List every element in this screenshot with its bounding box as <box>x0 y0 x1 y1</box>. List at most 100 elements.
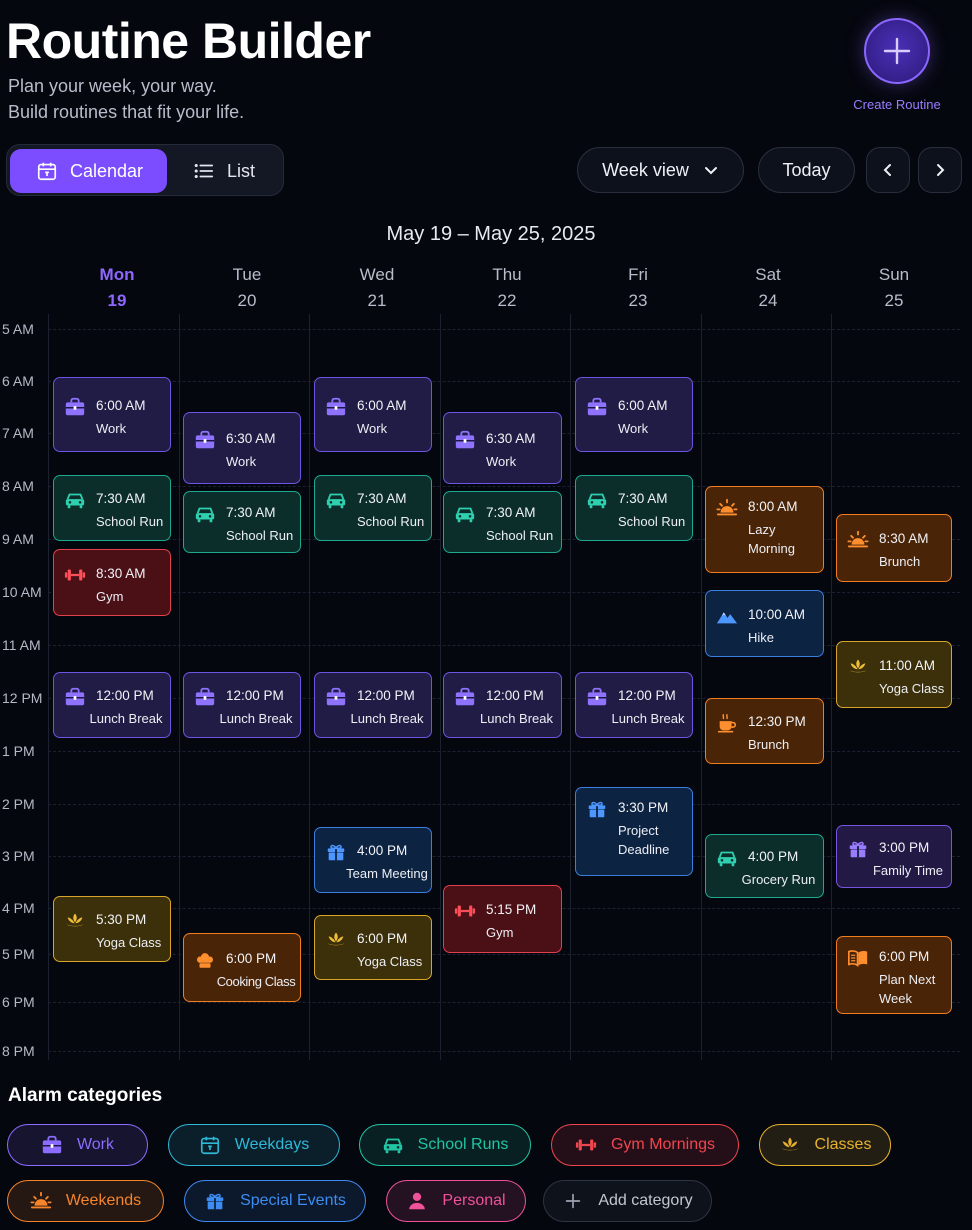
chevron-left-icon <box>883 164 891 176</box>
day-header-mon[interactable]: Mon 19 <box>52 262 182 314</box>
event-grocery-run[interactable]: 4:00 PM Grocery Run <box>705 834 824 898</box>
event-name: Brunch <box>748 737 790 752</box>
time-label: 1 PM <box>2 743 35 759</box>
calendar-view-tab[interactable]: Calendar <box>10 149 167 193</box>
event-time: 7:30 AM <box>226 505 276 520</box>
event-name: School Run <box>486 528 554 543</box>
event-project-deadline[interactable]: 3:30 PM Project Deadline <box>575 787 693 876</box>
next-week-button[interactable] <box>918 147 962 193</box>
event-time: 12:00 PM <box>357 688 415 703</box>
event-name: School Run <box>618 514 686 529</box>
day-header-fri[interactable]: Fri 23 <box>573 262 703 314</box>
event-work[interactable]: 6:00 AM Work <box>575 377 693 452</box>
event-brunch[interactable]: 12:30 PM Brunch <box>705 698 824 764</box>
sunrise-icon <box>30 1190 52 1212</box>
category-chip-weekdays[interactable]: Weekdays <box>168 1124 340 1166</box>
view-select[interactable]: Week view <box>577 147 744 193</box>
event-name: Work <box>486 454 517 469</box>
view-select-label: Week view <box>602 159 689 180</box>
event-school-run[interactable]: 7:30 AM School Run <box>575 475 693 541</box>
day-header-tue[interactable]: Tue 20 <box>182 262 312 314</box>
category-chip-school-runs[interactable]: School Runs <box>359 1124 531 1166</box>
event-hike[interactable]: 10:00 AM Hike <box>705 590 824 657</box>
event-gym[interactable]: 8:30 AM Gym <box>53 549 171 616</box>
category-chip-label: Gym Mornings <box>610 1136 716 1153</box>
event-name: School Run <box>357 514 425 529</box>
category-chip-add-category[interactable]: Add category <box>543 1180 712 1222</box>
event-time: 8:30 AM <box>879 531 929 546</box>
event-cooking-class[interactable]: 6:00 PM Cooking Class <box>183 933 301 1002</box>
event-time: 6:00 PM <box>226 950 277 966</box>
event-time: 6:00 PM <box>357 930 408 946</box>
today-button[interactable]: Today <box>758 147 855 193</box>
time-label: 6 AM <box>2 373 34 389</box>
day-date: 23 <box>628 291 648 310</box>
gift-icon <box>847 838 869 860</box>
event-time: 6:00 AM <box>96 397 146 413</box>
day-header-sat[interactable]: Sat 24 <box>703 262 833 314</box>
event-time: 5:30 PM <box>96 912 147 927</box>
category-chip-work[interactable]: Work <box>7 1124 148 1166</box>
category-chip-personal[interactable]: Personal <box>386 1180 526 1222</box>
category-chip-special-events[interactable]: Special Events <box>184 1180 366 1222</box>
event-name: Lunch Break <box>89 711 163 726</box>
category-chip-weekends[interactable]: Weekends <box>7 1180 164 1222</box>
day-date: 24 <box>758 291 778 310</box>
event-lunch-break[interactable]: 12:00 PM Lunch Break <box>183 672 301 738</box>
day-name: Sun <box>878 265 910 284</box>
event-lazy-morning[interactable]: 8:00 AM Lazy Morning <box>705 486 824 573</box>
event-school-run[interactable]: 7:30 AM School Run <box>443 491 562 553</box>
hour-gridline <box>48 486 960 487</box>
create-routine-button[interactable] <box>864 18 930 84</box>
event-work[interactable]: 6:00 AM Work <box>53 377 171 452</box>
car-icon <box>64 489 86 511</box>
view-toggle: Calendar List <box>6 144 284 196</box>
event-yoga-class[interactable]: 5:30 PM Yoga Class <box>53 896 171 962</box>
chevron-right-icon <box>937 164 945 176</box>
event-time: 6:00 AM <box>618 397 668 413</box>
event-time: 12:00 PM <box>96 688 154 703</box>
event-work[interactable]: 6:30 AM Work <box>443 412 562 484</box>
event-family-time[interactable]: 3:00 PM Family Time <box>836 825 952 888</box>
time-label: 7 AM <box>2 425 34 441</box>
event-time: 7:30 AM <box>618 491 668 506</box>
prev-week-button[interactable] <box>866 147 910 193</box>
day-column-divider <box>179 314 180 1060</box>
day-header-thu[interactable]: Thu 22 <box>442 262 572 314</box>
time-label: 8 PM <box>2 1043 35 1059</box>
create-routine-label[interactable]: Create Routine <box>840 97 954 112</box>
event-time: 5:15 PM <box>486 902 537 917</box>
event-work[interactable]: 6:00 AM Work <box>314 377 432 452</box>
event-time: 8:00 AM <box>748 499 798 514</box>
event-yoga-class[interactable]: 11:00 AM Yoga Class <box>836 641 952 708</box>
briefcase-icon <box>194 429 216 451</box>
event-school-run[interactable]: 7:30 AM School Run <box>183 491 301 553</box>
event-yoga-class[interactable]: 6:00 PM Yoga Class <box>314 915 432 980</box>
briefcase-icon <box>64 686 86 708</box>
category-chip-gym-mornings[interactable]: Gym Mornings <box>551 1124 739 1166</box>
category-chip-classes[interactable]: Classes <box>759 1124 891 1166</box>
event-lunch-break[interactable]: 12:00 PM Lunch Break <box>443 672 562 738</box>
plus-icon <box>883 37 911 65</box>
day-date: 25 <box>884 291 904 310</box>
event-lunch-break[interactable]: 12:00 PM Lunch Break <box>575 672 693 738</box>
event-school-run[interactable]: 7:30 AM School Run <box>314 475 432 541</box>
event-team-meeting[interactable]: 4:00 PM Team Meeting <box>314 827 432 893</box>
event-brunch[interactable]: 8:30 AM Brunch <box>836 514 952 582</box>
event-time: 12:30 PM <box>748 714 806 729</box>
event-lunch-break[interactable]: 12:00 PM Lunch Break <box>314 672 432 738</box>
time-label: 12 PM <box>2 690 43 706</box>
event-name: Work <box>96 420 127 436</box>
list-view-tab[interactable]: List <box>167 149 281 193</box>
event-plan-next-week[interactable]: 6:00 PM Plan Next Week <box>836 936 952 1014</box>
event-school-run[interactable]: 7:30 AM School Run <box>53 475 171 541</box>
day-header-wed[interactable]: Wed 21 <box>312 262 442 314</box>
calendar-icon <box>199 1134 221 1156</box>
time-label: 4 PM <box>2 900 35 916</box>
event-name: Lazy Morning <box>748 522 795 556</box>
event-time: 3:30 PM <box>618 800 669 815</box>
event-gym[interactable]: 5:15 PM Gym <box>443 885 562 953</box>
event-work[interactable]: 6:30 AM Work <box>183 412 301 484</box>
event-lunch-break[interactable]: 12:00 PM Lunch Break <box>53 672 171 738</box>
day-header-sun[interactable]: Sun 25 <box>829 262 959 314</box>
